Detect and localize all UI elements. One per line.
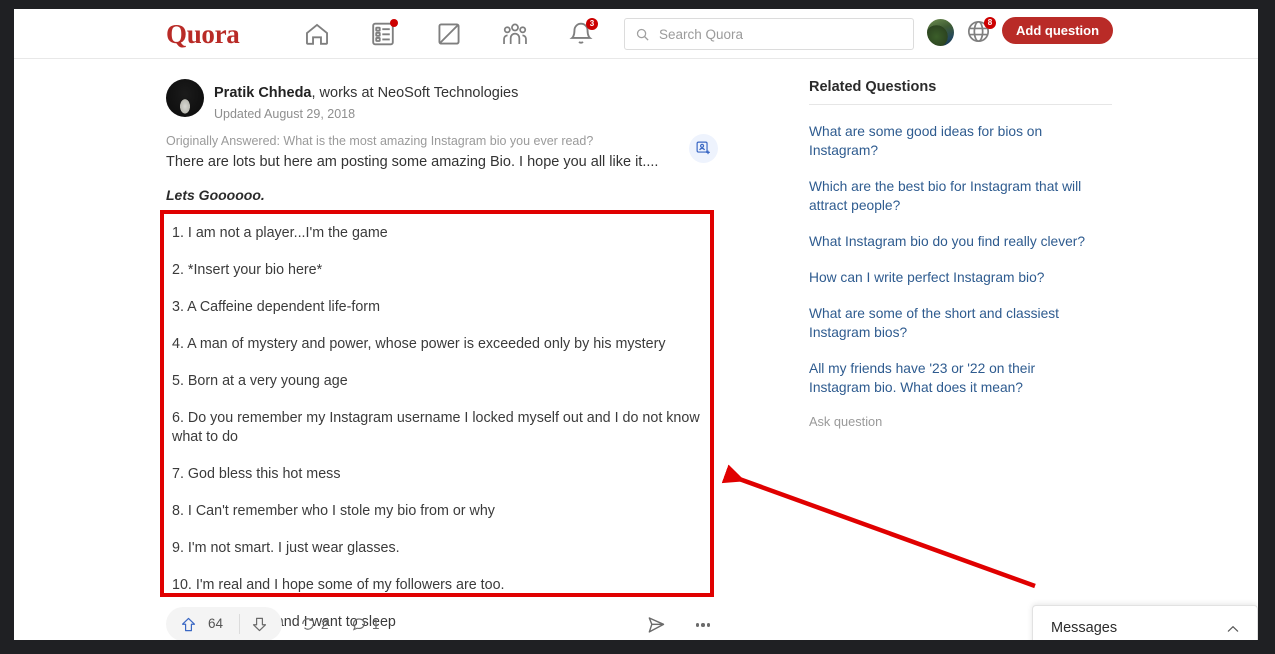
answer-updated-date: Updated August 29, 2018 xyxy=(214,107,356,121)
bio-item: 6. Do you remember my Instagram username… xyxy=(172,410,700,445)
answer-panel: Pratik Chheda, works at NeoSoft Technolo… xyxy=(14,59,804,640)
search-box[interactable] xyxy=(624,18,914,50)
messages-widget[interactable]: Messages xyxy=(1032,605,1258,640)
shares-count: 2 xyxy=(321,616,329,632)
bio-item: 10. I'm real and I hope some of my follo… xyxy=(172,577,505,593)
search-icon xyxy=(635,27,650,42)
comments-button[interactable]: 1 xyxy=(351,616,380,632)
shares-button[interactable]: 2 xyxy=(300,616,329,632)
upvote-arrow-icon xyxy=(181,617,196,631)
user-avatar[interactable] xyxy=(927,19,954,46)
comments-count: 1 xyxy=(372,616,380,632)
search-input[interactable] xyxy=(657,19,907,49)
more-options-button[interactable] xyxy=(693,615,713,635)
comment-bubble-icon xyxy=(352,618,366,631)
originally-answered-label: Originally Answered: What is the most am… xyxy=(166,134,594,148)
downvote-arrow-icon xyxy=(252,617,267,631)
related-question-link[interactable]: Which are the best bio for Instagram tha… xyxy=(809,177,1099,215)
related-questions-title: Related Questions xyxy=(809,79,1112,105)
answer-action-bar: 64 2 1 xyxy=(166,607,716,640)
notifications-badge: 3 xyxy=(586,18,598,30)
related-question-link[interactable]: What are some good ideas for bios on Ins… xyxy=(809,122,1099,160)
bio-item: 5. Born at a very young age xyxy=(172,373,348,389)
related-question-link[interactable]: What are some of the short and classiest… xyxy=(809,304,1099,342)
downvote-button[interactable] xyxy=(251,607,268,640)
author-name[interactable]: Pratik Chheda xyxy=(214,85,312,101)
more-dot xyxy=(701,623,705,627)
messages-label: Messages xyxy=(1051,620,1118,636)
more-dot xyxy=(706,623,711,627)
bio-item: 1. I am not a player...I'm the game xyxy=(172,225,388,241)
ask-question-link[interactable]: Ask question xyxy=(809,414,1129,429)
related-question-link[interactable]: How can I write perfect Instagram bio? xyxy=(809,268,1099,287)
bio-item: 7. God bless this hot mess xyxy=(172,466,341,482)
author-line: Pratik Chheda, works at NeoSoft Technolo… xyxy=(214,85,518,101)
bio-item: 3. A Caffeine dependent life-form xyxy=(172,299,380,315)
spaces-icon[interactable] xyxy=(500,20,530,48)
bio-item: 4. A man of mystery and power, whose pow… xyxy=(172,336,666,352)
answer-list-badge xyxy=(390,19,398,27)
globe-icon[interactable]: 8 xyxy=(965,17,996,45)
repost-icon xyxy=(302,618,314,630)
add-question-button[interactable]: Add question xyxy=(1002,17,1114,44)
quora-logo[interactable]: Quora xyxy=(166,19,240,50)
answer-intro: There are lots but here am posting some … xyxy=(166,154,659,170)
bio-item: 2. *Insert your bio here* xyxy=(172,262,323,278)
share-button[interactable] xyxy=(646,615,666,635)
upvote-button[interactable] xyxy=(180,607,197,640)
browser-viewport: Quora 3 Search Quora 8 Add question Prat… xyxy=(14,9,1258,640)
highlight-annotation-box: 1. I am not a player...I'm the game 2. *… xyxy=(160,210,714,630)
related-questions-sidebar: Related Questions What are some good ide… xyxy=(809,79,1129,429)
upvote-count: 64 xyxy=(208,616,224,631)
site-header: Quora 3 Search Quora 8 Add question xyxy=(14,9,1258,59)
bio-item: 9. I'm not smart. I just wear glasses. xyxy=(172,540,400,556)
vote-divider xyxy=(239,614,240,634)
answer-list-icon[interactable] xyxy=(368,19,398,48)
more-dot xyxy=(695,623,700,627)
bio-list: 1. I am not a player...I'm the game 2. *… xyxy=(172,224,707,632)
home-icon[interactable] xyxy=(302,20,332,48)
chevron-up-icon[interactable] xyxy=(1225,621,1241,637)
answer-lets-go: Lets Goooooo. xyxy=(166,187,265,203)
notifications-bell-icon[interactable]: 3 xyxy=(566,18,598,48)
share-arrow-icon xyxy=(648,617,665,633)
related-question-link[interactable]: All my friends have '23 or '22 on their … xyxy=(809,359,1099,397)
related-question-link[interactable]: What Instagram bio do you find really cl… xyxy=(809,232,1099,251)
write-icon[interactable] xyxy=(434,20,464,48)
globe-badge: 8 xyxy=(984,17,996,29)
author-credential: , works at NeoSoft Technologies xyxy=(311,85,519,101)
bio-item: 8. I Can't remember who I stole my bio f… xyxy=(172,503,495,519)
author-avatar[interactable] xyxy=(166,79,204,117)
